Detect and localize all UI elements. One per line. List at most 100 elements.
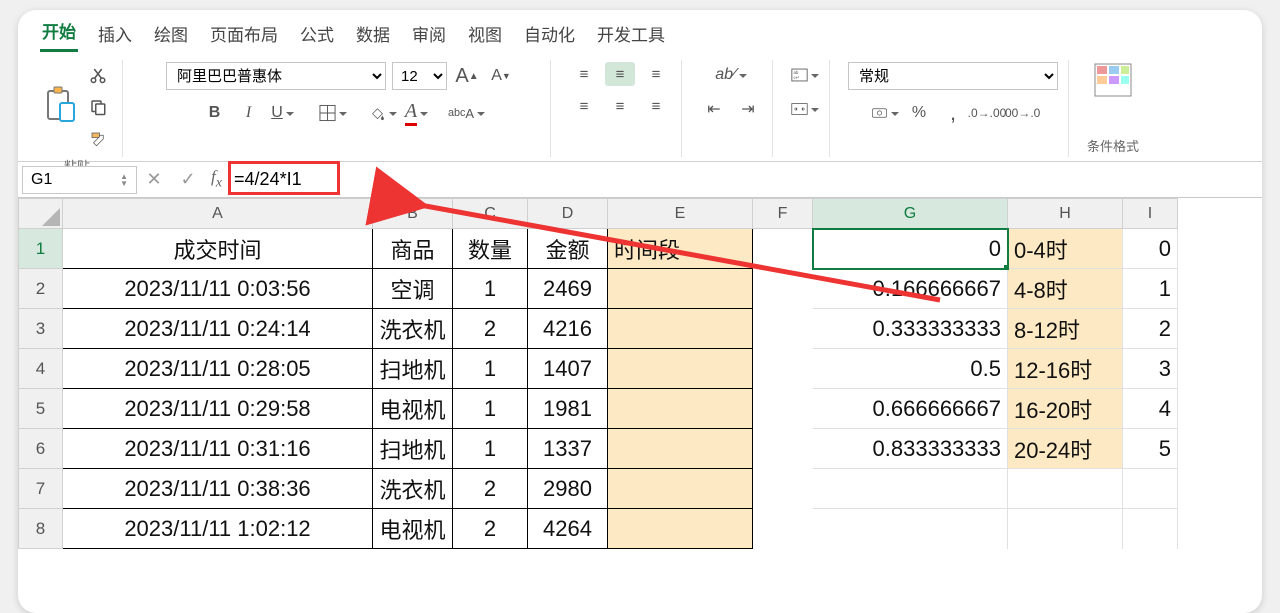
cell-B6[interactable]: 扫地机 [373, 429, 453, 469]
cell-B1[interactable]: 商品 [373, 229, 453, 269]
cell-G6[interactable]: 0.833333333 [813, 429, 1008, 469]
fill-color-button[interactable] [369, 100, 397, 126]
formula-input[interactable] [228, 167, 1258, 192]
col-header-B[interactable]: B [373, 199, 453, 229]
conditional-format-icon[interactable] [1093, 62, 1133, 103]
font-size-select[interactable]: 12 [392, 62, 447, 90]
percent-icon[interactable]: % [905, 100, 933, 126]
tab-insert[interactable]: 插入 [96, 17, 134, 52]
cell-C8[interactable]: 2 [453, 509, 528, 549]
decrease-indent-icon[interactable]: ⇤ [700, 96, 728, 122]
cell-C1[interactable]: 数量 [453, 229, 528, 269]
row-header[interactable]: 5 [19, 389, 63, 429]
cell-A3[interactable]: 2023/11/11 0:24:14 [63, 309, 373, 349]
cell-I3[interactable]: 2 [1123, 309, 1178, 349]
cell-G1[interactable]: 0 [813, 229, 1008, 269]
cell-D7[interactable]: 2980 [528, 469, 608, 509]
cell-D2[interactable]: 2469 [528, 269, 608, 309]
row-header[interactable]: 7 [19, 469, 63, 509]
format-painter-icon[interactable] [84, 126, 112, 152]
cell-F1[interactable] [753, 229, 813, 269]
cell-E4[interactable] [608, 349, 753, 389]
row-header[interactable]: 8 [19, 509, 63, 549]
cell-H7[interactable] [1008, 469, 1123, 509]
cell-A6[interactable]: 2023/11/11 0:31:16 [63, 429, 373, 469]
cell-A8[interactable]: 2023/11/11 1:02:12 [63, 509, 373, 549]
cell-C4[interactable]: 1 [453, 349, 528, 389]
phonetic-button[interactable]: abcA [453, 100, 481, 126]
cell-H3[interactable]: 8-12时 [1008, 309, 1123, 349]
cell-C5[interactable]: 1 [453, 389, 528, 429]
cell-H2[interactable]: 4-8时 [1008, 269, 1123, 309]
cell-F7[interactable] [753, 469, 813, 509]
tab-layout[interactable]: 页面布局 [208, 17, 280, 52]
cell-G8[interactable] [813, 509, 1008, 549]
number-format-select[interactable]: 常规 [848, 62, 1058, 90]
increase-decimal-icon[interactable]: .0→.00 [973, 100, 1001, 126]
cell-E6[interactable] [608, 429, 753, 469]
tab-review[interactable]: 审阅 [410, 17, 448, 52]
align-right-icon[interactable]: ≡ [641, 94, 671, 118]
cell-I5[interactable]: 4 [1123, 389, 1178, 429]
cell-I1[interactable]: 0 [1123, 229, 1178, 269]
cell-B7[interactable]: 洗衣机 [373, 469, 453, 509]
cell-G5[interactable]: 0.666666667 [813, 389, 1008, 429]
cell-H6[interactable]: 20-24时 [1008, 429, 1123, 469]
underline-button[interactable]: U [269, 100, 297, 126]
tab-start[interactable]: 开始 [40, 14, 78, 52]
cell-G4[interactable]: 0.5 [813, 349, 1008, 389]
cell-B8[interactable]: 电视机 [373, 509, 453, 549]
tab-data[interactable]: 数据 [354, 17, 392, 52]
cell-I2[interactable]: 1 [1123, 269, 1178, 309]
italic-button[interactable]: I [235, 100, 263, 126]
font-color-button[interactable]: A [403, 100, 431, 126]
cell-I8[interactable] [1123, 509, 1178, 549]
cell-D4[interactable]: 1407 [528, 349, 608, 389]
cell-A4[interactable]: 2023/11/11 0:28:05 [63, 349, 373, 389]
cell-E1[interactable]: 时间段 [608, 229, 753, 269]
col-header-H[interactable]: H [1008, 199, 1123, 229]
tab-formula[interactable]: 公式 [298, 17, 336, 52]
cell-E8[interactable] [608, 509, 753, 549]
align-center-icon[interactable]: ≡ [605, 94, 635, 118]
increase-font-icon[interactable]: A▲ [453, 63, 481, 89]
worksheet[interactable]: A B C D E F G H I 1成交时间商品数量金额时间段00-4时022… [18, 198, 1262, 613]
align-top-icon[interactable]: ≡ [569, 62, 599, 86]
col-header-A[interactable]: A [63, 199, 373, 229]
border-button[interactable] [319, 100, 347, 126]
cell-D6[interactable]: 1337 [528, 429, 608, 469]
cell-H1[interactable]: 0-4时 [1008, 229, 1123, 269]
row-header[interactable]: 4 [19, 349, 63, 389]
decrease-decimal-icon[interactable]: .00→.0 [1007, 100, 1035, 126]
cell-H4[interactable]: 12-16时 [1008, 349, 1123, 389]
cell-G3[interactable]: 0.333333333 [813, 309, 1008, 349]
tab-automate[interactable]: 自动化 [522, 17, 577, 52]
cell-D1[interactable]: 金额 [528, 229, 608, 269]
row-header[interactable]: 2 [19, 269, 63, 309]
merge-cells-icon[interactable] [791, 96, 819, 122]
cell-D3[interactable]: 4216 [528, 309, 608, 349]
col-header-I[interactable]: I [1123, 199, 1178, 229]
cell-E5[interactable] [608, 389, 753, 429]
bold-button[interactable]: B [201, 100, 229, 126]
tab-view[interactable]: 视图 [466, 17, 504, 52]
row-header[interactable]: 1 [19, 229, 63, 269]
cell-D5[interactable]: 1981 [528, 389, 608, 429]
cell-F3[interactable] [753, 309, 813, 349]
increase-indent-icon[interactable]: ⇥ [734, 96, 762, 122]
cell-C7[interactable]: 2 [453, 469, 528, 509]
col-header-G[interactable]: G [813, 199, 1008, 229]
cell-A7[interactable]: 2023/11/11 0:38:36 [63, 469, 373, 509]
cell-F5[interactable] [753, 389, 813, 429]
cell-D8[interactable]: 4264 [528, 509, 608, 549]
cell-C2[interactable]: 1 [453, 269, 528, 309]
cell-A1[interactable]: 成交时间 [63, 229, 373, 269]
cell-H5[interactable]: 16-20时 [1008, 389, 1123, 429]
cell-B3[interactable]: 洗衣机 [373, 309, 453, 349]
align-middle-icon[interactable]: ≡ [605, 62, 635, 86]
copy-icon[interactable] [84, 94, 112, 120]
currency-icon[interactable] [871, 100, 899, 126]
cell-E2[interactable] [608, 269, 753, 309]
confirm-formula-icon[interactable]: ✓ [171, 169, 205, 190]
cancel-formula-icon[interactable]: ✕ [137, 169, 171, 190]
